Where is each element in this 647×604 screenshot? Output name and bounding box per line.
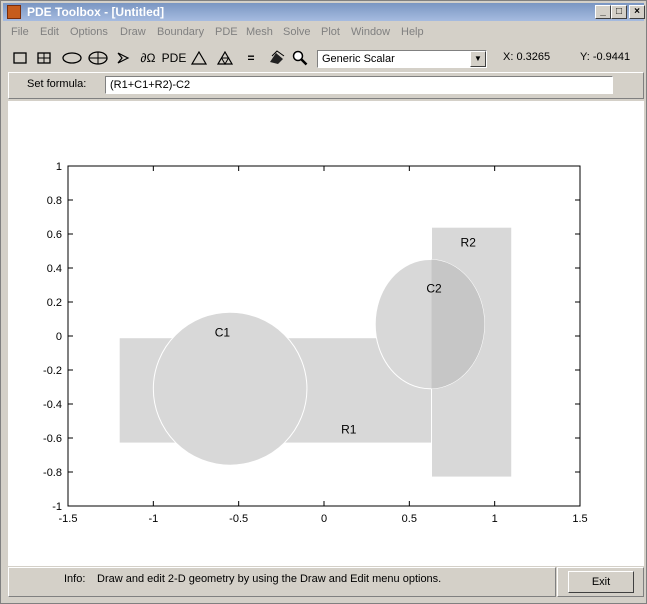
toolbar: ∂Ω PDE = Generic Scalar ▼ X: 0.3265 Y: -…: [3, 45, 644, 71]
menu-draw[interactable]: Draw: [120, 26, 146, 38]
menu-file[interactable]: File: [11, 26, 29, 38]
shape-label-c2: C2: [426, 281, 442, 295]
x-tick-label: -1.5: [59, 513, 78, 525]
x-tick-label: 1: [492, 513, 498, 525]
menu-plot[interactable]: Plot: [321, 26, 340, 38]
menu-edit[interactable]: Edit: [40, 26, 59, 38]
centered-rectangle-icon[interactable]: [35, 48, 53, 68]
menu-pde[interactable]: PDE: [215, 26, 238, 38]
info-label: Info:: [64, 573, 86, 585]
minimize-button[interactable]: _: [595, 5, 611, 19]
geometry-plot[interactable]: -1.5 -1 -0.5 0 0.5 1 1.510.80.60.40.20-0.2-0.4…: [8, 101, 644, 566]
window-title: PDE Toolbox - [Untitled]: [27, 5, 165, 19]
maximize-button[interactable]: □: [611, 5, 627, 19]
formula-label: Set formula:: [27, 78, 87, 90]
x-tick-label: -1: [148, 513, 158, 525]
pde-toolbox-window: PDE Toolbox - [Untitled] _ □ × File Edit…: [0, 0, 647, 604]
y-tick-label: -0.4: [43, 399, 62, 411]
geometry-canvas[interactable]: -1.5 -1 -0.5 0 0.5 1 1.5 1 0.8 0.6 0.4 0.2 0 -0.2 -0.4…: [8, 101, 644, 566]
menu-boundary[interactable]: Boundary: [157, 26, 204, 38]
y-coordinate-readout: Y: -0.9441: [580, 51, 631, 63]
application-select[interactable]: Generic Scalar ▼: [317, 50, 487, 68]
solve-label: =: [247, 51, 255, 65]
shape-label-r2: R2: [461, 236, 477, 250]
title-bar: PDE Toolbox - [Untitled] _ □ ×: [3, 3, 645, 21]
y-tick-label: -1: [52, 501, 62, 513]
status-message: Draw and edit 2-D geometry by using the …: [97, 573, 442, 585]
menu-options[interactable]: Options: [70, 26, 108, 38]
y-tick-label: -0.6: [43, 433, 62, 445]
exit-button[interactable]: Exit: [568, 571, 634, 593]
boundary-mode-label: ∂Ω: [140, 51, 156, 65]
exit-panel: Exit: [557, 567, 644, 597]
close-button[interactable]: ×: [629, 5, 645, 19]
status-bar: Info: Draw and edit 2-D geometry by usin…: [8, 567, 556, 597]
menu-help[interactable]: Help: [401, 26, 424, 38]
y-tick-label: 0.4: [47, 263, 62, 275]
rectangle-icon[interactable]: [11, 48, 29, 68]
y-tick-label: 0.6: [47, 229, 62, 241]
pde-spec-label: PDE: [161, 51, 187, 65]
centered-ellipse-icon[interactable]: [87, 48, 109, 68]
pde-spec-icon[interactable]: PDE: [161, 48, 187, 68]
ellipse-icon[interactable]: [61, 48, 83, 68]
menu-solve[interactable]: Solve: [283, 26, 311, 38]
shape-label-c1: C1: [215, 326, 231, 340]
menu-bar: File Edit Options Draw Boundary PDE Mesh…: [3, 23, 644, 41]
y-tick-label: 1: [56, 161, 62, 173]
x-tick-label: 1.5: [572, 513, 587, 525]
shape-label-r1: R1: [341, 423, 357, 437]
x-tick-label: 0.5: [402, 513, 417, 525]
application-select-value: Generic Scalar: [322, 53, 395, 65]
refine-mesh-icon[interactable]: [215, 48, 235, 68]
y-tick-label: -0.2: [43, 365, 62, 377]
set-formula-input[interactable]: (R1+C1+R2)-C2: [105, 76, 613, 94]
y-tick-label: -0.8: [43, 467, 62, 479]
formula-bar: Set formula: (R1+C1+R2)-C2: [8, 72, 644, 99]
init-mesh-icon[interactable]: [189, 48, 209, 68]
circle-c1: [152, 311, 308, 466]
y-tick-label: 0: [56, 331, 62, 343]
menu-window[interactable]: Window: [351, 26, 390, 38]
x-tick-label: 0: [321, 513, 327, 525]
x-tick-label: -0.5: [229, 513, 248, 525]
chevron-down-icon[interactable]: ▼: [470, 51, 486, 67]
polygon-icon[interactable]: [114, 48, 132, 68]
plot-icon[interactable]: [266, 48, 288, 68]
x-coordinate-readout: X: 0.3265: [503, 51, 551, 63]
y-tick-label: 0.2: [47, 297, 62, 309]
matlab-logo-icon: [7, 5, 21, 19]
zoom-icon[interactable]: [290, 48, 310, 68]
solve-icon[interactable]: =: [241, 48, 261, 68]
menu-mesh[interactable]: Mesh: [246, 26, 273, 38]
boundary-mode-icon[interactable]: ∂Ω: [137, 48, 159, 68]
y-tick-label: 0.8: [47, 195, 62, 207]
